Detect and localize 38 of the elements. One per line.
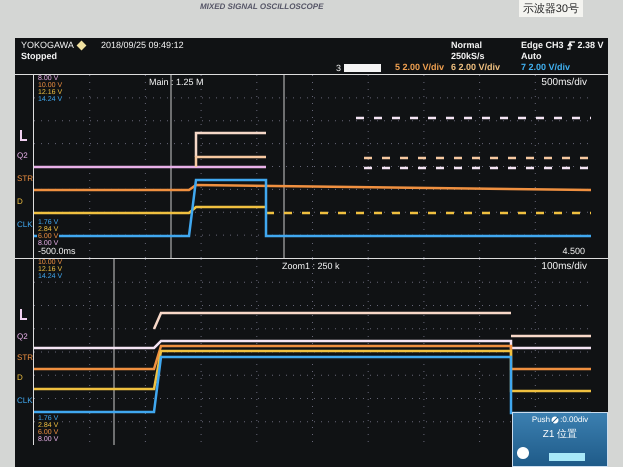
- sample-rate: 250kS/s: [451, 51, 485, 62]
- value-field: [549, 453, 585, 461]
- trigger-level: 2.38 V: [578, 40, 604, 51]
- channel-scale: 6 2.00 V/div: [451, 62, 500, 74]
- channel-label: CLK: [17, 396, 33, 405]
- record-bar: [344, 64, 381, 72]
- brand-name: YOKOGAWA: [21, 40, 74, 51]
- knob-icon: [551, 416, 560, 424]
- circle-icon: [517, 447, 529, 459]
- panel-title: Zoom1 : 250 k: [282, 261, 340, 271]
- timebase-label: 500ms/div: [541, 77, 587, 88]
- acquisition-mode: Normal: [451, 40, 482, 51]
- trigger-marker-icon: [19, 130, 28, 144]
- rising-edge-icon: [566, 41, 575, 50]
- channel-label: D: [17, 197, 23, 206]
- model-name: MIXED SIGNAL OSCILLOSCOPE: [200, 2, 324, 11]
- start-time: -500.0ms: [37, 247, 77, 256]
- trigger-mode: Auto: [521, 51, 542, 62]
- timebase-label: 100ms/div: [541, 261, 587, 272]
- channel-label: Q2: [17, 332, 28, 341]
- channel-scale: 7 2.00 V/div: [521, 62, 570, 74]
- channel-scale: 5 2.00 V/div: [394, 62, 444, 74]
- channel-label: CLK: [17, 220, 33, 229]
- channel-label: D: [17, 373, 23, 382]
- panel-title: Main : 1.25 M: [149, 77, 204, 87]
- hint-label: Push: [532, 415, 550, 424]
- end-time: 4.500: [562, 246, 585, 257]
- popup-title: Z1 位置: [542, 428, 578, 441]
- hint-value: :0.00div: [560, 415, 588, 424]
- date-time: 2018/09/25 09:49:12: [101, 40, 184, 51]
- trigger-source: Edge CH3: [521, 40, 564, 51]
- channel-label: Q2: [17, 151, 28, 160]
- device-label: 示波器30号: [518, 0, 583, 17]
- trigger-marker-icon: [19, 309, 28, 323]
- record-marker: 3: [336, 62, 342, 74]
- channel-label: STR: [17, 174, 33, 183]
- channel-label: STR: [17, 353, 33, 362]
- run-status: Stopped: [21, 51, 57, 62]
